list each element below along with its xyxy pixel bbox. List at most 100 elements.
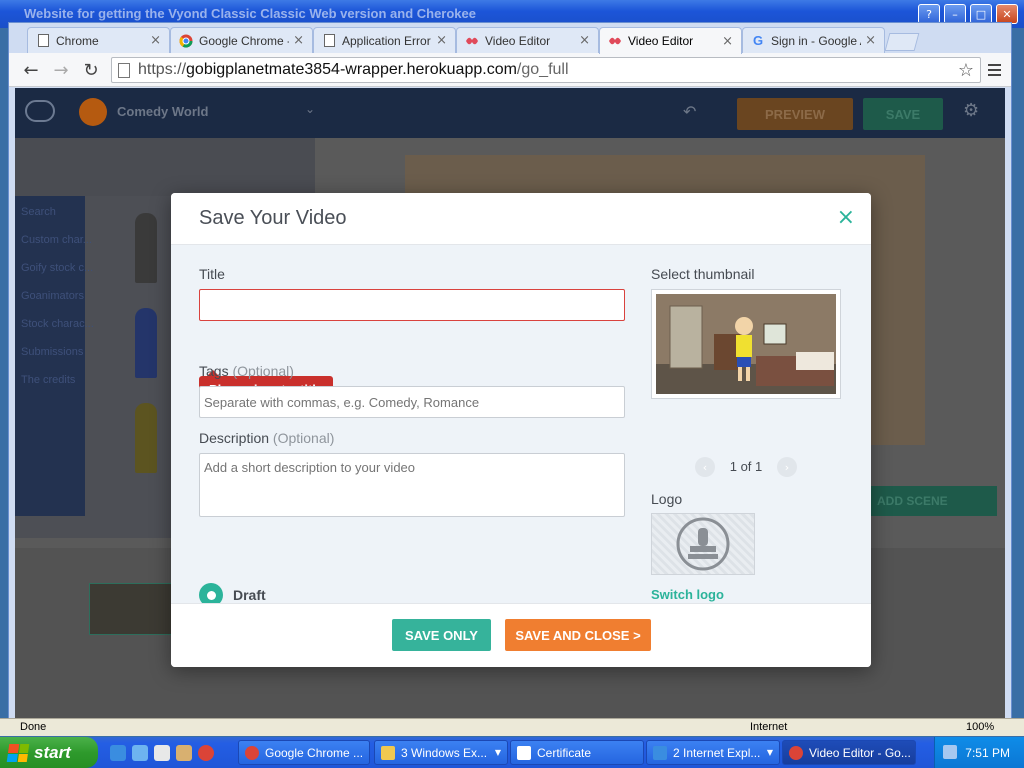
thumbnail-prev-icon[interactable]: ‹ (695, 457, 715, 477)
task-menu-arrow-icon: ▼ (766, 748, 773, 757)
task-label: Google Chrome ... (265, 745, 364, 760)
task-google-chrome[interactable]: Google Chrome ... (238, 740, 370, 765)
browser-toolbar: ← → ↻ https://gobigplanetmate3854-wrappe… (9, 53, 1011, 87)
save-only-button[interactable]: SAVE ONLY (392, 619, 491, 651)
tab-google-chrome[interactable]: Google Chrome - F × (170, 27, 313, 53)
google-icon: G (752, 33, 764, 48)
tab-video-editor-1[interactable]: Video Editor × (456, 27, 599, 53)
thumbnail-preview[interactable] (651, 289, 841, 399)
tab-label: Chrome (56, 33, 99, 48)
vyond-icon (608, 34, 622, 48)
network-icon[interactable] (943, 745, 957, 759)
category-item: The credits (21, 374, 76, 386)
cloud-upload-icon (25, 100, 55, 122)
page-info-icon[interactable] (118, 62, 130, 78)
character-thumbnail (135, 403, 157, 473)
tab-close-icon[interactable]: × (293, 33, 304, 48)
task-certificate[interactable]: Certificate (510, 740, 644, 765)
start-button[interactable]: start (0, 737, 98, 768)
chrome-icon (789, 745, 803, 760)
undo-icon: ↶ (683, 102, 697, 121)
minimize-button[interactable]: – (944, 4, 966, 24)
url-scheme: https:// (138, 61, 187, 78)
new-tab-button[interactable] (884, 33, 920, 51)
task-menu-arrow-icon: ▼ (494, 748, 501, 757)
tab-close-icon[interactable]: × (865, 33, 876, 48)
tab-close-icon[interactable]: × (436, 33, 447, 48)
chrome-menu-icon[interactable] (983, 59, 1005, 81)
task-label: Video Editor - Go... (809, 745, 911, 760)
stamp-logo-icon (676, 517, 730, 571)
maximize-button[interactable]: □ (970, 4, 992, 24)
ie-quicklaunch-icon[interactable] (110, 745, 126, 761)
windows-logo-icon (6, 743, 30, 762)
back-icon[interactable]: ← (19, 58, 43, 82)
logo-preview[interactable] (651, 513, 755, 575)
vyond-icon (465, 34, 479, 48)
category-item: Goanimators (21, 290, 84, 302)
dialog-body: Title Please input a title Tags (Optiona… (171, 245, 871, 607)
app-save-button: SAVE (863, 98, 943, 130)
tab-label: Sign in - Google A (771, 33, 862, 48)
asset-panel: Search Custom char... Goify stock c... G… (15, 138, 315, 538)
logo-label: Logo (651, 491, 683, 507)
zoom-text[interactable]: 100% (966, 721, 994, 733)
tab-close-icon[interactable]: × (722, 34, 733, 49)
ie-icon (653, 745, 667, 760)
taskbar: start Google Chrome ... 3 Windows Ex... … (0, 737, 1024, 768)
help-button[interactable]: ? (918, 4, 940, 24)
close-window-button[interactable]: ✕ (996, 4, 1018, 24)
status-bar: Done Internet 100% (0, 718, 1024, 736)
scene-thumbnail-image (656, 294, 836, 394)
save-video-dialog: Save Your Video × Title Please input a t… (171, 193, 871, 667)
tab-video-editor-active[interactable]: Video Editor × (599, 27, 742, 54)
switch-logo-link[interactable]: Switch logo (651, 587, 724, 602)
chevron-down-icon: ⌄ (305, 102, 316, 116)
chrome-icon (179, 34, 193, 48)
category-item: Goify stock c... (21, 262, 94, 274)
clock: 7:51 PM (965, 746, 1010, 760)
tags-optional-text: (Optional) (232, 363, 294, 379)
category-item: Stock charac... (21, 318, 94, 330)
tab-close-icon[interactable]: × (579, 33, 590, 48)
system-tray: 7:51 PM (934, 737, 1024, 768)
tab-application-error[interactable]: Application Error × (313, 27, 456, 53)
reload-icon[interactable]: ↻ (79, 58, 103, 82)
scene-thumbnail (89, 583, 179, 635)
chrome-quicklaunch-icon[interactable] (198, 745, 214, 761)
address-bar[interactable]: https://gobigplanetmate3854-wrapper.hero… (111, 57, 981, 83)
description-input[interactable] (199, 453, 625, 517)
title-input[interactable] (199, 289, 625, 321)
media-quicklaunch-icon[interactable] (154, 745, 170, 761)
task-internet-explorer[interactable]: 2 Internet Expl... ▼ (646, 740, 780, 765)
task-windows-explorer[interactable]: 3 Windows Ex... ▼ (374, 740, 508, 765)
description-label-text: Description (199, 430, 270, 446)
bookmark-star-icon[interactable]: ☆ (958, 60, 974, 81)
page-icon (36, 34, 50, 48)
project-name: Comedy World (117, 104, 209, 119)
tags-input[interactable] (199, 386, 625, 418)
tab-chrome[interactable]: Chrome × (27, 27, 170, 53)
select-thumbnail-label: Select thumbnail (651, 266, 755, 282)
app-quicklaunch-icon[interactable] (176, 745, 192, 761)
character-thumbnail (135, 308, 157, 378)
url-text: https://gobigplanetmate3854-wrapper.hero… (138, 61, 569, 79)
close-icon[interactable]: × (837, 205, 855, 230)
tab-label: Google Chrome - F (199, 33, 289, 48)
save-and-close-button[interactable]: SAVE AND CLOSE > (505, 619, 651, 651)
tab-close-icon[interactable]: × (150, 33, 161, 48)
folder-icon (381, 745, 395, 760)
desktop-quicklaunch-icon[interactable] (132, 745, 148, 761)
dialog-header: Save Your Video × (171, 193, 871, 245)
page-viewport: Comedy World ⌄ ↶ PREVIEW SAVE ⚙ Search C… (15, 88, 1005, 718)
project-avatar (79, 98, 107, 126)
tab-strip: Chrome × Google Chrome - F × Application… (9, 27, 1011, 54)
tab-google-sign-in[interactable]: G Sign in - Google A × (742, 27, 885, 53)
gear-icon: ⚙ (963, 100, 980, 121)
start-label: start (34, 742, 71, 762)
dialog-footer: SAVE ONLY SAVE AND CLOSE > (171, 603, 871, 667)
thumbnail-next-icon[interactable]: › (777, 457, 797, 477)
title-label: Title (199, 266, 225, 282)
forward-icon[interactable]: → (49, 58, 73, 82)
task-video-editor[interactable]: Video Editor - Go... (782, 740, 916, 765)
